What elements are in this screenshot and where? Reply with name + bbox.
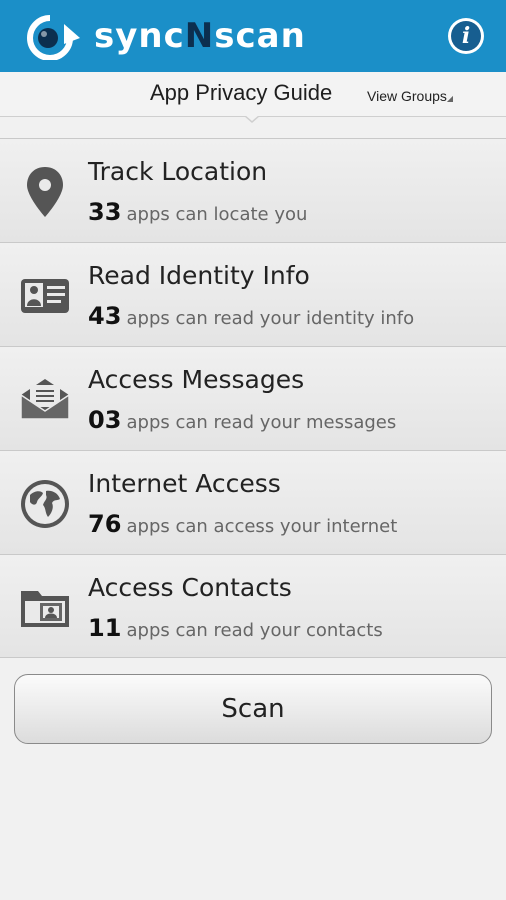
item-title: Read Identity Info [88,261,310,290]
app-logo-text: syncNscan [94,14,306,58]
list-item-read-identity[interactable]: Read Identity Info 43 apps can read your… [0,242,506,346]
list-item-internet-access[interactable]: Internet Access 76 apps can access your … [0,450,506,554]
identity-card-icon [21,279,69,313]
item-description: 76 apps can access your internet [88,509,397,542]
subheader-pointer-inner [245,115,259,121]
location-pin-icon [27,167,63,217]
view-groups-dropdown[interactable]: View Groups◢ [367,88,453,104]
item-description: 11 apps can read your contacts [88,613,383,646]
logo-text-scan: scan [214,16,306,56]
app-header: syncNscan i [0,0,506,72]
item-desc-text: apps can read your contacts [126,620,383,641]
item-desc-text: apps can locate you [126,204,308,225]
item-description: 03 apps can read your messages [88,405,396,438]
envelope-icon [20,379,70,420]
scan-button[interactable]: Scan [14,674,492,744]
page-title: App Privacy Guide [150,80,333,105]
info-icon: i [451,21,481,51]
item-desc-text: apps can read your identity info [126,308,415,329]
list-item-access-messages[interactable]: Access Messages 03 apps can read your me… [0,346,506,450]
item-count: 76 [88,510,122,538]
item-desc-text: apps can access your internet [126,516,398,537]
list-item-access-contacts[interactable]: Access Contacts 11 apps can read your co… [0,554,506,658]
item-count: 11 [88,614,122,642]
item-description: 43 apps can read your identity info [88,301,414,334]
contacts-folder-icon [21,591,69,627]
view-groups-label: View Groups [367,88,447,104]
logo-text-sync: sync [94,16,185,56]
subheader-bar: App Privacy Guide View Groups◢ [0,72,506,116]
item-desc-text: apps can read your messages [126,412,397,433]
item-title: Access Messages [88,365,305,394]
info-button[interactable]: i [448,18,484,54]
dropdown-triangle-icon: ◢ [446,94,454,103]
item-title: Track Location [88,157,268,186]
logo-text-n: N [184,16,215,56]
item-count: 43 [88,302,122,330]
list-item-track-location[interactable]: Track Location 33 apps can locate you [0,138,506,242]
item-title: Internet Access [88,469,281,498]
item-description: 33 apps can locate you [88,197,307,230]
globe-icon [21,480,69,528]
item-count: 03 [88,406,122,434]
permission-list: Track Location 33 apps can locate you Re… [0,138,506,658]
item-title: Access Contacts [88,573,292,602]
syncnscan-logo-icon [27,15,80,60]
item-count: 33 [88,198,122,226]
